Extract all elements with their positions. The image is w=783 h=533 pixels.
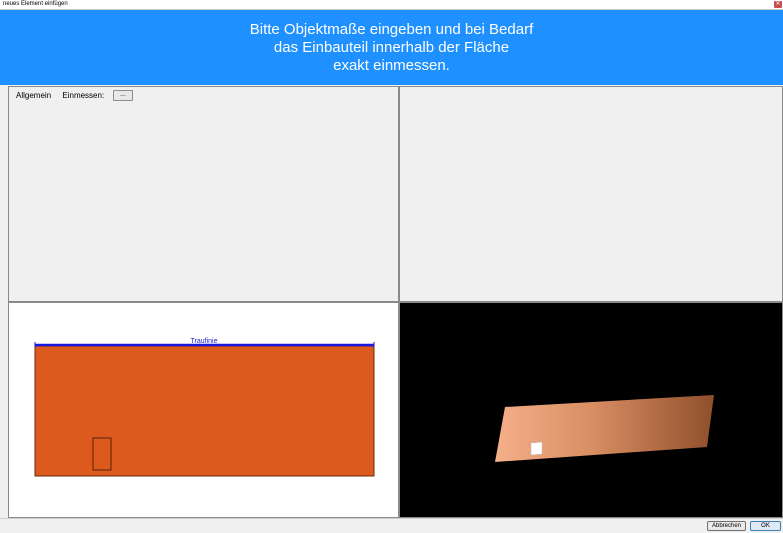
measure-browse-button[interactable]: ... bbox=[113, 90, 133, 101]
view-3d-canvas bbox=[495, 395, 714, 462]
built-in-element-3d bbox=[530, 441, 543, 456]
instruction-line-3: exakt einmessen. bbox=[333, 57, 450, 74]
view-2d-canvas: Traufinie bbox=[34, 338, 375, 477]
button-bar: Abbrechen OK bbox=[0, 518, 783, 533]
title-bar: neues Element einfügen ✕ bbox=[0, 0, 783, 10]
tab-measure[interactable]: Einmessen: bbox=[62, 91, 104, 100]
view-2d[interactable]: Traufinie bbox=[8, 302, 399, 518]
instruction-banner: Bitte Objektmaße eingeben und bei Bedarf… bbox=[0, 10, 783, 85]
roof-surface[interactable] bbox=[34, 345, 375, 477]
instruction-line-1: Bitte Objektmaße eingeben und bei Bedarf bbox=[249, 21, 534, 38]
roof-surface-3d bbox=[495, 395, 714, 462]
close-icon[interactable]: ✕ bbox=[774, 1, 782, 8]
empty-panel bbox=[399, 86, 783, 302]
view-3d[interactable] bbox=[399, 302, 783, 518]
tab-general[interactable]: Allgemein bbox=[16, 91, 51, 100]
cancel-button[interactable]: Abbrechen bbox=[707, 521, 746, 531]
tab-bar: Allgemein Einmessen: bbox=[16, 91, 113, 100]
ok-button[interactable]: OK bbox=[750, 521, 781, 531]
properties-panel: Allgemein Einmessen: ... bbox=[8, 86, 399, 302]
instruction-line-2: das Einbauteil innerhalb der Fläche bbox=[273, 39, 510, 56]
eave-label: Traufinie bbox=[191, 338, 218, 345]
window-title: neues Element einfügen bbox=[3, 1, 68, 7]
